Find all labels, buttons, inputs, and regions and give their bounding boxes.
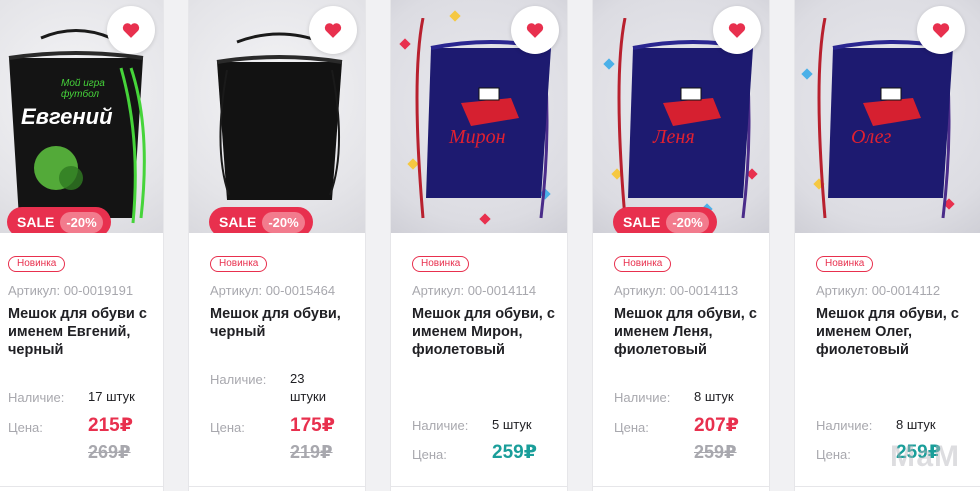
product-price: 259₽ bbox=[492, 442, 537, 463]
sale-badge: SALE -20% bbox=[7, 207, 111, 233]
product-sku: Артикул: 00-0019191 bbox=[8, 283, 134, 298]
product-card[interactable]: SALE -20% Новинка Артикул: 00-0015464 Ме… bbox=[188, 0, 366, 491]
bag-name-text: Мирон bbox=[449, 126, 506, 148]
availability-label: Наличие: bbox=[210, 372, 267, 387]
sale-badge: SALE -20% bbox=[613, 207, 717, 233]
product-sku: Артикул: 00-0014112 bbox=[816, 283, 941, 298]
product-price: 175₽ bbox=[290, 415, 335, 436]
price-label: Цена: bbox=[210, 420, 245, 435]
sale-label: SALE bbox=[623, 214, 661, 230]
availability-value: 8 штук bbox=[694, 389, 734, 404]
bag-name-text: Олег bbox=[851, 126, 892, 148]
discount-label: -20% bbox=[60, 211, 103, 233]
bag-image bbox=[207, 30, 352, 220]
product-title[interactable]: Мешок для обуви, с именем Олег, фиолетов… bbox=[816, 305, 966, 359]
price-label: Цена: bbox=[816, 447, 851, 462]
product-photo[interactable]: Мирон bbox=[391, 0, 567, 233]
product-card[interactable]: Мой игра футбол Евгений SALE -20% Новинк… bbox=[0, 0, 164, 491]
divider bbox=[391, 486, 567, 487]
favorite-button[interactable] bbox=[309, 6, 357, 54]
old-price: 269₽ bbox=[88, 442, 131, 462]
sale-label: SALE bbox=[219, 214, 257, 230]
product-photo[interactable]: SALE -20% bbox=[189, 0, 365, 233]
availability-label: Наличие: bbox=[8, 390, 65, 405]
new-badge: Новинка bbox=[412, 256, 470, 272]
product-sku: Артикул: 00-0014114 bbox=[412, 283, 537, 298]
product-title[interactable]: Мешок для обуви, с именем Мирон, фиолето… bbox=[412, 305, 562, 359]
new-badge: Новинка bbox=[816, 256, 874, 272]
favorite-button[interactable] bbox=[511, 6, 559, 54]
divider bbox=[0, 486, 163, 487]
watermark-logo: МаМ bbox=[890, 440, 961, 473]
availability-value: 8 штук bbox=[896, 417, 936, 432]
favorite-button[interactable] bbox=[107, 6, 155, 54]
discount-label: -20% bbox=[262, 211, 305, 233]
product-photo[interactable]: Леня SALE -20% bbox=[593, 0, 769, 233]
sale-badge: SALE -20% bbox=[209, 207, 313, 233]
availability-label: Наличие: bbox=[816, 418, 873, 433]
availability-value: 5 штук bbox=[492, 417, 532, 432]
divider bbox=[795, 486, 980, 487]
heart-icon bbox=[122, 23, 140, 38]
heart-icon bbox=[932, 23, 950, 38]
heart-icon bbox=[728, 23, 746, 38]
bag-name-text: Леня bbox=[653, 126, 695, 148]
favorite-button[interactable] bbox=[917, 6, 965, 54]
product-title[interactable]: Мешок для обуви, черный bbox=[210, 305, 360, 341]
old-price: 259₽ bbox=[694, 442, 737, 462]
product-price: 207₽ bbox=[694, 415, 739, 436]
price-label: Цена: bbox=[412, 447, 447, 462]
new-badge: Новинка bbox=[8, 256, 66, 272]
product-card[interactable]: Леня SALE -20% Новинка Артикул: 00-00141… bbox=[592, 0, 770, 491]
product-photo[interactable]: Мой игра футбол Евгений SALE -20% bbox=[0, 0, 163, 233]
product-sku: Артикул: 00-0015464 bbox=[210, 283, 336, 298]
product-photo[interactable]: Олег bbox=[795, 0, 980, 233]
product-card[interactable]: Олег Новинка Артикул: 00-0014112 Мешок д… bbox=[794, 0, 980, 491]
availability-value: 17 штук bbox=[88, 389, 135, 404]
heart-icon bbox=[526, 23, 544, 38]
new-badge: Новинка bbox=[614, 256, 672, 272]
product-sku: Артикул: 00-0014113 bbox=[614, 283, 739, 298]
bag-image: Мой игра футбол Евгений bbox=[1, 28, 151, 228]
product-price: 215₽ bbox=[88, 415, 133, 436]
divider bbox=[593, 486, 769, 487]
old-price: 219₽ bbox=[290, 442, 333, 462]
availability-label: Наличие: bbox=[412, 418, 469, 433]
price-label: Цена: bbox=[614, 420, 649, 435]
product-title[interactable]: Мешок для обуви с именем Евгений, черный bbox=[8, 305, 158, 359]
sale-label: SALE bbox=[17, 214, 55, 230]
favorite-button[interactable] bbox=[713, 6, 761, 54]
discount-label: -20% bbox=[666, 211, 709, 233]
heart-icon bbox=[324, 23, 342, 38]
bag-top-text: Мой игра футбол bbox=[61, 78, 105, 100]
bag-name-text: Евгений bbox=[21, 104, 113, 129]
price-label: Цена: bbox=[8, 420, 43, 435]
availability-label: Наличие: bbox=[614, 390, 671, 405]
product-card[interactable]: Мирон Новинка Артикул: 00-0014114 Мешок … bbox=[390, 0, 568, 491]
product-title[interactable]: Мешок для обуви, с именем Леня, фиолетов… bbox=[614, 305, 764, 359]
availability-value: 23 штуки bbox=[290, 371, 326, 404]
divider bbox=[189, 486, 365, 487]
new-badge: Новинка bbox=[210, 256, 268, 272]
